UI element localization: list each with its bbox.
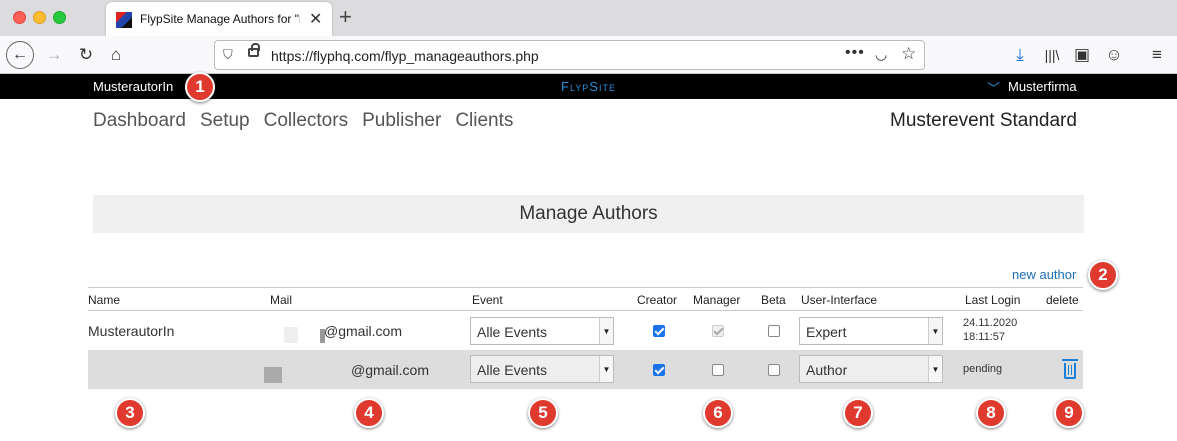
table-header: Name Mail Event Creator Manager Beta Use… bbox=[88, 287, 1083, 311]
tab-title: FlypSite Manage Authors for "m bbox=[140, 12, 300, 26]
nav-clients[interactable]: Clients bbox=[455, 110, 513, 132]
chevron-down-icon: ▼ bbox=[928, 318, 942, 344]
col-user-interface: User-Interface bbox=[801, 293, 878, 307]
sidebar-icon[interactable]: ▣ bbox=[1070, 43, 1094, 67]
beta-checkbox[interactable] bbox=[768, 364, 780, 376]
download-icon[interactable]: ⤓ bbox=[1008, 43, 1032, 67]
reload-icon[interactable]: ↻ bbox=[74, 43, 98, 67]
authors-table: Name Mail Event Creator Manager Beta Use… bbox=[88, 287, 1083, 389]
annotation-badge: 4 bbox=[354, 398, 384, 428]
event-select[interactable]: Alle Events ▼ bbox=[470, 317, 614, 345]
author-mail: @gmail.com bbox=[351, 362, 430, 378]
chevron-down-icon: ▼ bbox=[928, 356, 942, 382]
pocket-icon[interactable]: ◡ bbox=[875, 46, 887, 63]
event-select-value: Alle Events bbox=[477, 362, 548, 378]
col-name: Name bbox=[88, 293, 121, 307]
col-event: Event bbox=[472, 293, 503, 307]
col-delete: delete bbox=[1046, 293, 1079, 307]
col-manager: Manager bbox=[693, 293, 741, 307]
new-author-link[interactable]: new author bbox=[1012, 267, 1076, 282]
mail-redaction bbox=[284, 327, 298, 343]
col-mail: Mail bbox=[270, 293, 293, 307]
annotation-badge: 3 bbox=[115, 398, 145, 428]
close-window-button[interactable] bbox=[13, 11, 26, 24]
nav-publisher[interactable]: Publisher bbox=[362, 110, 441, 132]
annotation-badge: 1 bbox=[185, 72, 215, 102]
tracking-shield-icon[interactable]: ⛉ bbox=[223, 47, 233, 63]
annotation-badge: 5 bbox=[528, 398, 558, 428]
new-tab-icon[interactable]: + bbox=[339, 4, 352, 30]
current-event: Musterevent Standard bbox=[890, 110, 1077, 131]
user-interface-select[interactable]: Author ▼ bbox=[799, 355, 943, 383]
trash-icon[interactable] bbox=[1062, 359, 1078, 379]
last-login-time: 18:11:57 bbox=[963, 331, 1006, 343]
back-arrow-icon[interactable]: ← bbox=[6, 41, 34, 69]
creator-checkbox[interactable] bbox=[653, 325, 665, 337]
page-title: Manage Authors bbox=[93, 195, 1084, 233]
ui-select-value: Expert bbox=[806, 324, 847, 340]
url-text[interactable]: https://flyphq.com/flyp_manageauthors.ph… bbox=[271, 48, 539, 64]
event-select[interactable]: Alle Events ▼ bbox=[470, 355, 614, 383]
beta-checkbox[interactable] bbox=[768, 325, 780, 337]
browser-tab[interactable]: FlypSite Manage Authors for "m ✕ bbox=[106, 2, 332, 36]
url-bar[interactable]: ⛉ https://flyphq.com/flyp_manageauthors.… bbox=[214, 40, 925, 70]
minimize-window-button[interactable] bbox=[33, 11, 46, 24]
header-company[interactable]: Musterfirma bbox=[1008, 79, 1077, 94]
account-icon[interactable]: ☺ bbox=[1102, 43, 1126, 67]
mail-redaction bbox=[264, 367, 282, 383]
annotation-badge: 9 bbox=[1054, 398, 1084, 428]
bookmark-star-icon[interactable]: ☆ bbox=[901, 44, 916, 64]
manager-checkbox[interactable] bbox=[712, 325, 724, 337]
annotation-badge: 2 bbox=[1088, 260, 1118, 290]
maximize-window-button[interactable] bbox=[53, 11, 66, 24]
user-interface-select[interactable]: Expert ▼ bbox=[799, 317, 943, 345]
last-login-status: pending bbox=[963, 363, 1003, 375]
author-mail: @gmail.com bbox=[324, 323, 403, 339]
table-row: @gmail.com Alle Events ▼ Author ▼ pendin… bbox=[88, 350, 1083, 389]
chevron-down-icon: ▼ bbox=[599, 356, 613, 382]
ui-select-value: Author bbox=[806, 362, 848, 378]
tab-close-icon[interactable]: ✕ bbox=[309, 9, 322, 29]
col-last-login: Last Login bbox=[965, 293, 1021, 307]
nav-setup[interactable]: Setup bbox=[200, 110, 250, 132]
author-name: MusterautorIn bbox=[88, 323, 175, 339]
library-icon[interactable]: |||\ bbox=[1040, 43, 1064, 67]
creator-checkbox[interactable] bbox=[653, 364, 665, 376]
chevron-down-icon: ▼ bbox=[599, 318, 613, 344]
annotation-badge: 6 bbox=[703, 398, 733, 428]
forward-arrow-icon[interactable]: → bbox=[42, 43, 66, 67]
main-nav: Dashboard Setup Collectors Publisher Cli… bbox=[93, 110, 513, 132]
last-login-date: 24.11.2020 bbox=[963, 317, 1018, 329]
browser-tab-bar: FlypSite Manage Authors for "m ✕ + bbox=[0, 0, 1177, 36]
annotation-badge: 7 bbox=[843, 398, 873, 428]
lock-icon[interactable] bbox=[248, 43, 260, 57]
page-actions-icon[interactable]: ••• bbox=[845, 44, 865, 62]
menu-icon[interactable]: ≡ bbox=[1145, 43, 1169, 67]
brand-logo[interactable]: FlypSite bbox=[0, 79, 1177, 94]
site-favicon-icon bbox=[116, 12, 132, 28]
nav-dashboard[interactable]: Dashboard bbox=[93, 110, 186, 132]
nav-collectors[interactable]: Collectors bbox=[264, 110, 348, 132]
annotation-badge: 8 bbox=[976, 398, 1006, 428]
col-beta: Beta bbox=[761, 293, 786, 307]
browser-nav-bar: ← → ↻ ⌂ ⛉ https://flyphq.com/flyp_manage… bbox=[0, 36, 1177, 74]
chevron-down-icon[interactable]: ﹀ bbox=[987, 78, 1000, 97]
table-row: MusterautorIn @gmail.com Alle Events ▼ E… bbox=[88, 311, 1083, 350]
col-creator: Creator bbox=[637, 293, 678, 307]
manager-checkbox[interactable] bbox=[712, 364, 724, 376]
site-header: MusterautorIn FlypSite ﹀ Musterfirma bbox=[0, 74, 1177, 99]
home-icon[interactable]: ⌂ bbox=[104, 43, 128, 67]
event-select-value: Alle Events bbox=[477, 324, 548, 340]
